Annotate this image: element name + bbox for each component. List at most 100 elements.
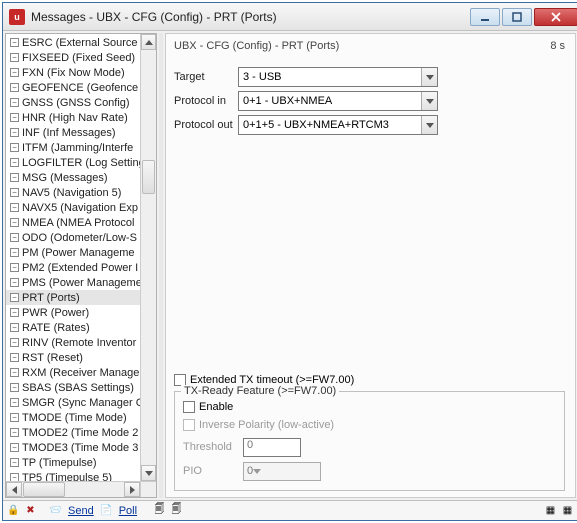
poll-link[interactable]: Poll <box>119 505 137 517</box>
chevron-down-icon[interactable] <box>253 469 267 474</box>
tree-item-label: RATE (Rates) <box>22 322 90 334</box>
scroll-up-button[interactable] <box>141 34 156 50</box>
row-enable: Enable <box>183 398 556 416</box>
age-label: 8 s <box>550 40 565 52</box>
close-button[interactable] <box>534 8 577 26</box>
tree-item-label: MSG (Messages) <box>22 172 108 184</box>
expander-icon[interactable]: − <box>10 203 19 212</box>
checkbox-enable[interactable] <box>183 401 195 413</box>
tree-item[interactable]: −MSG (Messages) <box>6 170 140 185</box>
expander-icon[interactable]: − <box>10 143 19 152</box>
tree-item[interactable]: −ESRC (External Source C <box>6 35 140 50</box>
expander-icon[interactable]: − <box>10 458 19 467</box>
expander-icon[interactable]: − <box>10 98 19 107</box>
expander-icon[interactable]: − <box>10 278 19 287</box>
expander-icon[interactable]: − <box>10 83 19 92</box>
expander-icon[interactable]: − <box>10 473 19 481</box>
expander-icon[interactable]: − <box>10 158 19 167</box>
tree-item[interactable]: −RINV (Remote Inventor <box>6 335 140 350</box>
select-pio[interactable]: 0 <box>243 462 321 481</box>
tree-item[interactable]: −PRT (Ports) <box>6 290 140 305</box>
tree-item[interactable]: −NMEA (NMEA Protocol <box>6 215 140 230</box>
label-target: Target <box>174 71 238 83</box>
scroll-right-button[interactable] <box>124 482 140 497</box>
toolbar-icon-3[interactable]: ▦ <box>544 504 557 517</box>
expander-icon[interactable]: − <box>10 368 19 377</box>
tree-item[interactable]: −INF (Inf Messages) <box>6 125 140 140</box>
maximize-button[interactable] <box>502 8 532 26</box>
select-target[interactable]: 3 - USB <box>238 67 438 87</box>
tree-item[interactable]: −TP5 (Timepulse 5) <box>6 470 140 481</box>
lock-icon[interactable]: 🔒 <box>7 504 20 517</box>
expander-icon[interactable]: − <box>10 38 19 47</box>
expander-icon[interactable]: − <box>10 263 19 272</box>
tree-item[interactable]: −TMODE (Time Mode) <box>6 410 140 425</box>
tree-item[interactable]: −ODO (Odometer/Low-S <box>6 230 140 245</box>
expander-icon[interactable]: − <box>10 188 19 197</box>
expander-icon[interactable]: − <box>10 113 19 122</box>
tree-item[interactable]: −PMS (Power Manageme <box>6 275 140 290</box>
tree-item[interactable]: −FXN (Fix Now Mode) <box>6 65 140 80</box>
tree-item[interactable]: −RST (Reset) <box>6 350 140 365</box>
scroll-track[interactable] <box>141 50 156 465</box>
expander-icon[interactable]: − <box>10 323 19 332</box>
expander-icon[interactable]: − <box>10 293 19 302</box>
hscroll-track[interactable] <box>22 482 124 497</box>
expander-icon[interactable]: − <box>10 413 19 422</box>
tree-item[interactable]: −PM2 (Extended Power I <box>6 260 140 275</box>
tree-item[interactable]: −TMODE2 (Time Mode 2 <box>6 425 140 440</box>
expander-icon[interactable]: − <box>10 248 19 257</box>
expander-icon[interactable]: − <box>10 428 19 437</box>
toolbar-icon-4[interactable]: ▦ <box>561 504 574 517</box>
tree-item-label: GEOFENCE (Geofence C <box>22 82 140 94</box>
tree-item[interactable]: −TMODE3 (Time Mode 3 <box>6 440 140 455</box>
hscroll-thumb[interactable] <box>23 482 65 497</box>
expander-icon[interactable]: − <box>10 128 19 137</box>
toolbar-icon-2[interactable]: 🗐 <box>170 504 183 517</box>
expander-icon[interactable]: − <box>10 353 19 362</box>
scroll-left-button[interactable] <box>6 482 22 497</box>
tree-item[interactable]: −FIXSEED (Fixed Seed) <box>6 50 140 65</box>
expander-icon[interactable]: − <box>10 218 19 227</box>
input-threshold[interactable]: 0 <box>243 438 301 457</box>
tree-item[interactable]: −NAV5 (Navigation 5) <box>6 185 140 200</box>
scroll-down-button[interactable] <box>141 465 156 481</box>
expander-icon[interactable]: − <box>10 398 19 407</box>
expander-icon[interactable]: − <box>10 443 19 452</box>
tree-item[interactable]: −PWR (Power) <box>6 305 140 320</box>
tree-item[interactable]: −PM (Power Manageme <box>6 245 140 260</box>
expander-icon[interactable]: − <box>10 383 19 392</box>
tree-item[interactable]: −GNSS (GNSS Config) <box>6 95 140 110</box>
select-protocol-in[interactable]: 0+1 - UBX+NMEA <box>238 91 438 111</box>
send-link[interactable]: Send <box>68 505 94 517</box>
expander-icon[interactable]: − <box>10 338 19 347</box>
tree-item[interactable]: −LOGFILTER (Log Setting <box>6 155 140 170</box>
tree-item[interactable]: −RATE (Rates) <box>6 320 140 335</box>
chevron-down-icon[interactable] <box>421 116 437 134</box>
tree-item[interactable]: −SBAS (SBAS Settings) <box>6 380 140 395</box>
chevron-down-icon[interactable] <box>421 92 437 110</box>
tree-item[interactable]: −RXM (Receiver Manage <box>6 365 140 380</box>
horizontal-scrollbar[interactable] <box>6 481 156 497</box>
expander-icon[interactable]: − <box>10 308 19 317</box>
minimize-button[interactable] <box>470 8 500 26</box>
scroll-thumb[interactable] <box>142 160 155 194</box>
expander-icon[interactable]: − <box>10 173 19 182</box>
checkbox-inverse-polarity <box>183 419 195 431</box>
tree-item[interactable]: −SMGR (Sync Manager C <box>6 395 140 410</box>
expander-icon[interactable]: − <box>10 68 19 77</box>
tree-item[interactable]: −HNR (High Nav Rate) <box>6 110 140 125</box>
tree-item[interactable]: −TP (Timepulse) <box>6 455 140 470</box>
toolbar-icon-1[interactable]: 🗐 <box>153 504 166 517</box>
tree-item[interactable]: −NAVX5 (Navigation Exp <box>6 200 140 215</box>
select-protocol-out[interactable]: 0+1+5 - UBX+NMEA+RTCM3 <box>238 115 438 135</box>
row-protocol-out: Protocol out 0+1+5 - UBX+NMEA+RTCM3 <box>174 114 565 136</box>
delete-icon[interactable]: ✖ <box>24 504 37 517</box>
tree-item[interactable]: −GEOFENCE (Geofence C <box>6 80 140 95</box>
expander-icon[interactable]: − <box>10 53 19 62</box>
tree-item[interactable]: −ITFM (Jamming/Interfe <box>6 140 140 155</box>
chevron-down-icon[interactable] <box>421 68 437 86</box>
splitter[interactable] <box>159 33 163 498</box>
vertical-scrollbar[interactable] <box>140 34 156 481</box>
expander-icon[interactable]: − <box>10 233 19 242</box>
